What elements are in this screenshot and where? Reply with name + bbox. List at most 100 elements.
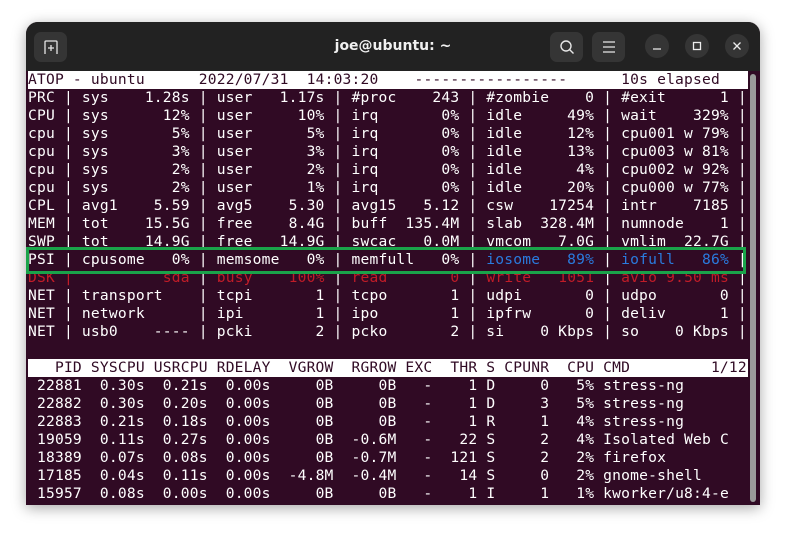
process-pid: 19059 xyxy=(28,431,82,448)
process-usrcpu: 0.27s xyxy=(144,431,208,448)
process-exc: - xyxy=(396,377,433,394)
process-pid: 15957 xyxy=(28,485,82,502)
maximize-icon xyxy=(692,41,702,51)
dsk-separator: | xyxy=(729,269,747,286)
mem-line: MEM | tot 15.5G | free 8.4G | buff 135.4… xyxy=(28,215,747,232)
process-pid: 22881 xyxy=(28,377,82,394)
dsk-avio: avio 9.50 ms xyxy=(621,269,730,286)
process-thr: 14 xyxy=(432,467,478,484)
process-usrcpu: 0.21s xyxy=(144,377,208,394)
process-cmd: stress-ng xyxy=(594,377,685,394)
process-s: R xyxy=(477,413,496,430)
process-cmd: gnome-shell xyxy=(594,467,703,484)
process-usrcpu: 0.00s xyxy=(144,485,208,502)
new-tab-button[interactable] xyxy=(34,32,67,62)
scrollbar[interactable] xyxy=(750,74,756,502)
psi-iosome: iosome 89% xyxy=(486,251,595,268)
process-thr: 1 xyxy=(432,485,478,502)
process-rgrow: -0.6M xyxy=(333,431,397,448)
dsk-device: sda xyxy=(72,269,190,286)
process-cpunr: 3 xyxy=(495,395,550,412)
search-icon xyxy=(559,40,574,54)
process-cmd: stress-ng xyxy=(594,395,685,412)
process-thr: 1 xyxy=(432,413,478,430)
process-syscpu: 0.08s xyxy=(81,485,145,502)
process-cmd: stress-ng xyxy=(594,413,685,430)
process-cpunr: 1 xyxy=(495,485,550,502)
prc-line: PRC | sys 1.28s | user 1.17s | #proc 243… xyxy=(28,89,747,106)
process-exc: - xyxy=(396,431,433,448)
atop-host: ATOP - ubuntu xyxy=(28,71,145,88)
minimize-icon xyxy=(653,48,661,50)
process-vgrow: 0B xyxy=(270,377,334,394)
net-transport-line: NET | transport | tcpi 1 | tcpo 1 | udpi… xyxy=(28,287,747,304)
process-exc: - xyxy=(396,467,433,484)
process-pid: 18389 xyxy=(28,449,82,466)
process-rdelay: 0.00s xyxy=(207,413,271,430)
process-row[interactable]: 15957 0.08s 0.00s 0.00s 0B 0B - 1 I 1 1%… xyxy=(28,485,729,503)
process-pid: 17185 xyxy=(28,467,82,484)
dsk-read: read 0 xyxy=(351,269,460,286)
minimize-button[interactable] xyxy=(645,34,669,58)
process-row[interactable]: 19059 0.11s 0.27s 0.00s 0B -0.6M - 22 S … xyxy=(28,431,729,449)
process-cpunr: 2 xyxy=(495,449,550,466)
process-cmd: firefox xyxy=(594,449,667,466)
process-cmd: kworker/u8:4-e xyxy=(594,485,729,502)
process-syscpu: 0.07s xyxy=(81,449,145,466)
process-s: S xyxy=(477,467,496,484)
process-rdelay: 0.00s xyxy=(207,449,271,466)
process-rgrow: 0B xyxy=(333,485,397,502)
process-exc: - xyxy=(396,413,433,430)
process-s: S xyxy=(477,449,496,466)
new-tab-icon xyxy=(43,40,58,54)
process-cpu: 4% xyxy=(549,431,595,448)
menu-button[interactable] xyxy=(592,32,625,62)
dsk-line: DSK | sda | busy 100% | read 0 | write 1… xyxy=(28,269,747,287)
process-exc: - xyxy=(396,449,433,466)
psi-iofull: iofull 86% xyxy=(621,251,729,268)
terminal-content[interactable]: ATOP - ubuntu 2022/07/31 14:03:20 ------… xyxy=(26,71,748,505)
process-thr: 121 xyxy=(432,449,478,466)
process-rgrow: -0.4M xyxy=(333,467,397,484)
process-vgrow: 0B xyxy=(270,431,334,448)
process-syscpu: 0.04s xyxy=(81,467,145,484)
cpu-total-line: CPU | sys 12% | user 10% | irq 0% | idle… xyxy=(28,107,747,124)
dsk-busy: busy 100% xyxy=(216,269,325,286)
process-vgrow: 0B xyxy=(270,449,334,466)
process-rgrow: 0B xyxy=(333,395,397,412)
dsk-separator: | xyxy=(189,269,217,286)
process-pid: 22883 xyxy=(28,413,82,430)
close-icon xyxy=(733,42,741,50)
dsk-write: write 1051 xyxy=(486,269,595,286)
process-usrcpu: 0.08s xyxy=(144,449,208,466)
atop-header-line: ATOP - ubuntu 2022/07/31 14:03:20 ------… xyxy=(28,71,748,89)
atop-dashes: ----------------- xyxy=(414,71,568,88)
process-cpunr: 1 xyxy=(495,413,550,430)
process-row[interactable]: 22881 0.30s 0.21s 0.00s 0B 0B - 1 D 0 5%… xyxy=(28,377,684,395)
process-row[interactable]: 22883 0.21s 0.18s 0.00s 0B 0B - 1 R 1 4%… xyxy=(28,413,684,431)
process-cmd: Isolated Web C xyxy=(594,431,729,448)
psi-line: PSI | cpusome 0% | memsome 0% | memfull … xyxy=(28,251,747,269)
process-row[interactable]: 22882 0.30s 0.20s 0.00s 0B 0B - 1 D 3 5%… xyxy=(28,395,684,413)
process-s: D xyxy=(477,395,496,412)
hamburger-menu-icon xyxy=(602,41,615,53)
maximize-button[interactable] xyxy=(685,34,709,58)
dsk-separator: | xyxy=(324,269,352,286)
process-cpu: 1% xyxy=(549,485,595,502)
terminal-window: joe@ubuntu: ~ ATOP - ubuntu 2022/07/31 1… xyxy=(26,22,760,505)
process-row[interactable]: 17185 0.04s 0.11s 0.00s -4.8M -0.4M - 14… xyxy=(28,467,702,485)
process-cpunr: 2 xyxy=(495,431,550,448)
search-button[interactable] xyxy=(550,32,583,62)
process-rdelay: 0.00s xyxy=(207,431,271,448)
process-rgrow: 0B xyxy=(333,413,397,430)
process-vgrow: 0B xyxy=(270,395,334,412)
process-exc: - xyxy=(396,485,433,502)
process-vgrow: -4.8M xyxy=(270,467,334,484)
process-s: D xyxy=(477,377,496,394)
process-thr: 1 xyxy=(432,395,478,412)
close-button[interactable] xyxy=(725,34,749,58)
process-pid: 22882 xyxy=(28,395,82,412)
process-rgrow: -0.7M xyxy=(333,449,397,466)
process-thr: 1 xyxy=(432,377,478,394)
process-row[interactable]: 18389 0.07s 0.08s 0.00s 0B -0.7M - 121 S… xyxy=(28,449,666,467)
